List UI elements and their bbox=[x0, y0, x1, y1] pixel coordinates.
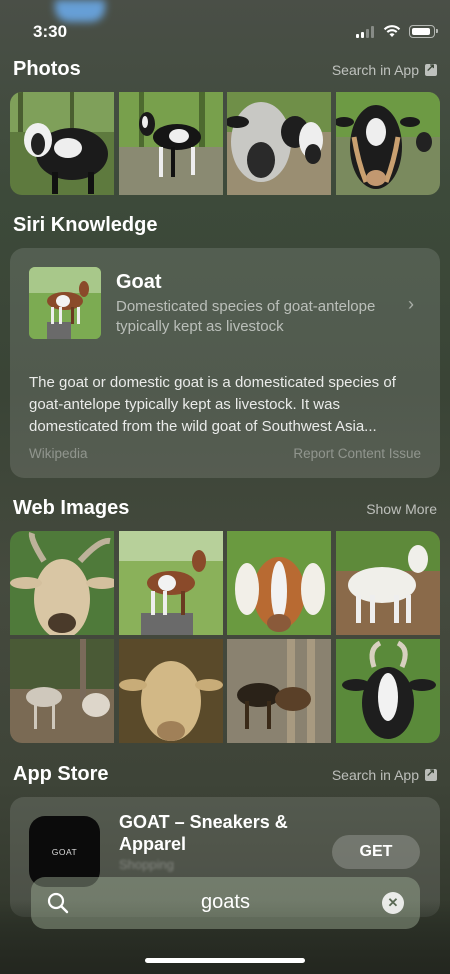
goat-app-icon-label: GOAT bbox=[51, 846, 78, 857]
report-content-issue-link[interactable]: Report Content Issue bbox=[293, 446, 421, 461]
siri-description: The goat or domestic goat is a domestica… bbox=[29, 374, 396, 435]
status-bar: 3:30 bbox=[0, 0, 450, 52]
web-images-header: Web Images Show More bbox=[13, 497, 437, 520]
goat-thumbnail-image bbox=[29, 267, 101, 339]
siri-item-title: Goat bbox=[116, 271, 162, 293]
photos-header: Photos Search in App bbox=[13, 58, 437, 81]
cellular-signal-icon bbox=[356, 26, 374, 38]
web-images-show-more-link[interactable]: Show More bbox=[366, 501, 437, 517]
web-images-grid bbox=[10, 531, 440, 743]
web-image[interactable] bbox=[118, 531, 224, 635]
get-app-button[interactable]: GET bbox=[332, 835, 420, 869]
web-image[interactable] bbox=[118, 639, 224, 743]
photo-thumbnail[interactable] bbox=[227, 92, 332, 195]
siri-knowledge-header: Siri Knowledge bbox=[13, 214, 437, 237]
photos-search-in-app-link[interactable]: Search in App bbox=[331, 61, 437, 78]
clear-search-icon[interactable]: ✕ bbox=[382, 892, 404, 914]
search-bar[interactable]: goats ✕ bbox=[31, 877, 420, 929]
web-image[interactable] bbox=[335, 639, 441, 743]
web-images-title: Web Images bbox=[13, 497, 130, 519]
siri-item-subtitle: Domesticated species of goat-antelope ty… bbox=[116, 298, 376, 335]
app-store-title: App Store bbox=[13, 763, 109, 785]
web-image[interactable] bbox=[10, 639, 115, 743]
photo-thumbnail[interactable] bbox=[118, 92, 224, 195]
app-store-header: App Store Search in App bbox=[13, 763, 437, 786]
web-image[interactable] bbox=[227, 531, 332, 635]
photos-title: Photos bbox=[13, 58, 81, 80]
photo-thumbnail[interactable] bbox=[10, 92, 115, 195]
app-store-search-in-app-label: Search in App bbox=[331, 766, 419, 783]
siri-knowledge-title: Siri Knowledge bbox=[13, 214, 158, 236]
photos-row bbox=[10, 92, 440, 195]
wifi-icon bbox=[383, 25, 401, 37]
web-image[interactable] bbox=[227, 639, 332, 743]
app-name: GOAT – Sneakers & Apparel bbox=[119, 812, 288, 854]
app-store-search-in-app-link[interactable]: Search in App bbox=[331, 766, 437, 783]
web-image[interactable] bbox=[10, 531, 115, 635]
status-time: 3:30 bbox=[33, 22, 68, 41]
siri-source-wikipedia[interactable]: Wikipedia bbox=[29, 446, 88, 461]
web-image[interactable] bbox=[335, 531, 441, 635]
battery-icon bbox=[409, 25, 438, 38]
open-in-app-icon bbox=[425, 61, 437, 76]
siri-knowledge-card[interactable]: Goat Domesticated species of goat-antelo… bbox=[10, 248, 440, 478]
blurred-status-indicator bbox=[55, 0, 105, 22]
chevron-right-icon: › bbox=[408, 294, 414, 314]
app-category: Shopping bbox=[119, 857, 174, 872]
home-indicator[interactable] bbox=[145, 958, 305, 963]
photo-thumbnail[interactable] bbox=[335, 92, 441, 195]
open-in-app-icon bbox=[425, 766, 437, 781]
search-input[interactable]: goats bbox=[31, 891, 420, 914]
photos-search-in-app-label: Search in App bbox=[331, 61, 419, 78]
